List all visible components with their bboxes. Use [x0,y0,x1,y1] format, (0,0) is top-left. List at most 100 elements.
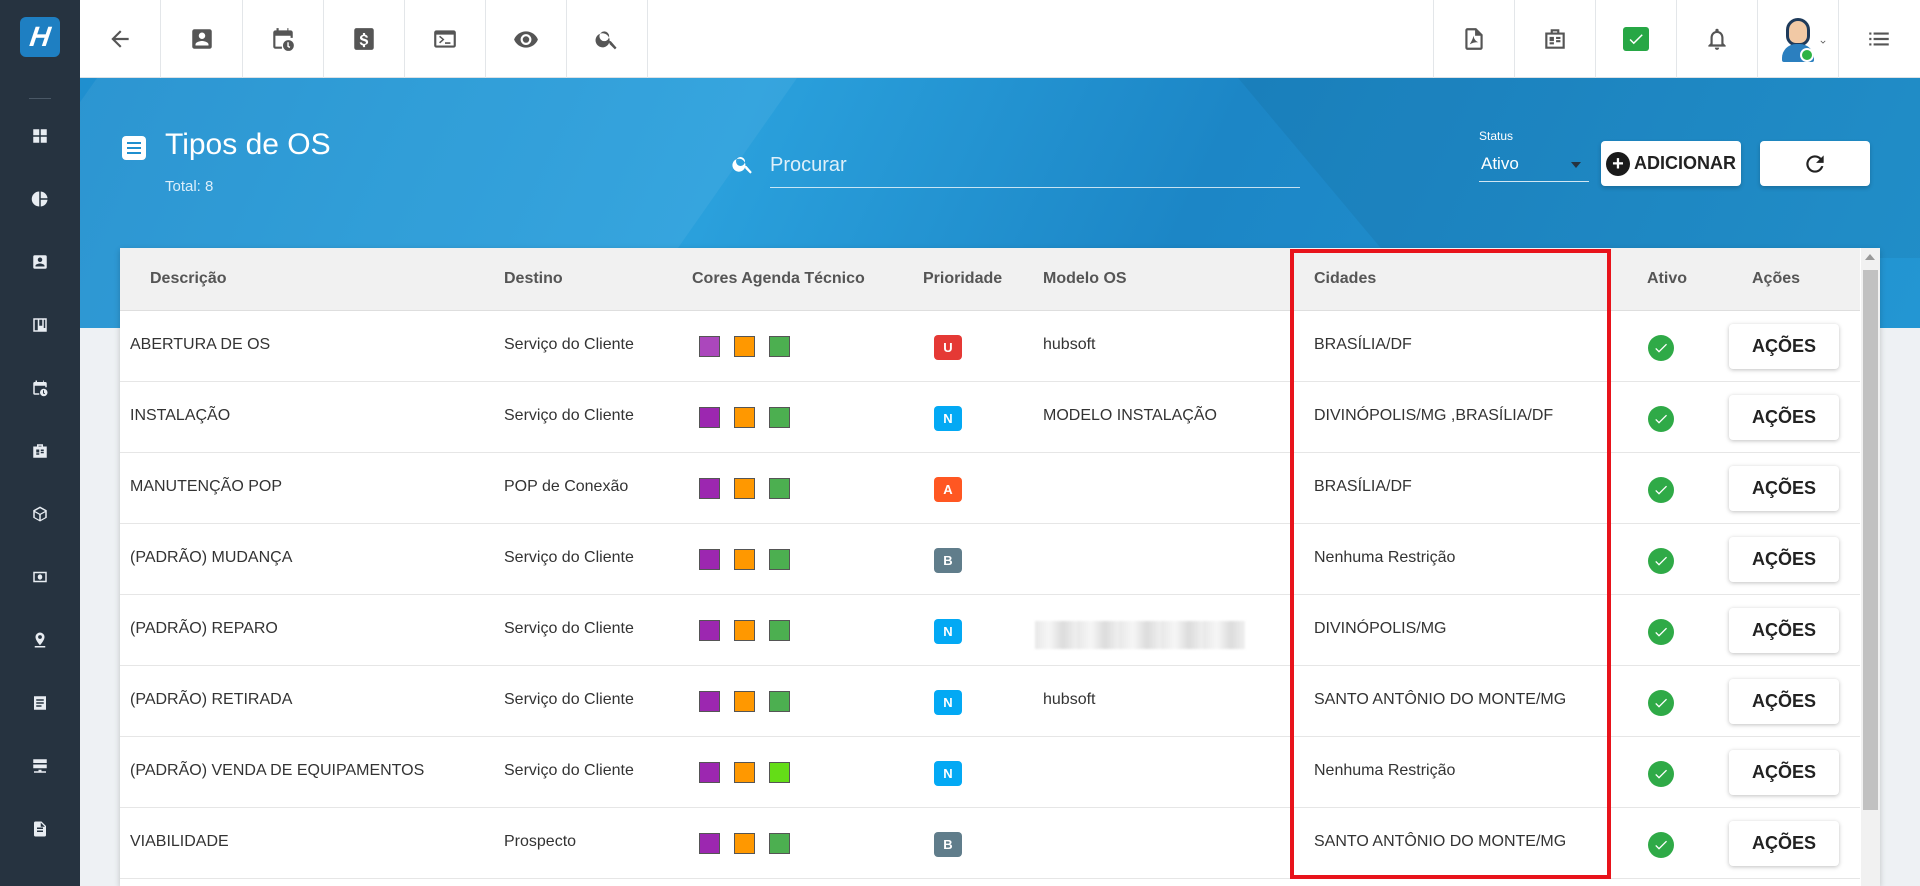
color-swatch [769,833,790,854]
cell-cidades: SANTO ANTÔNIO DO MONTE/MG [1314,691,1567,708]
table-row[interactable]: MANUTENÇÃO POP POP de Conexão A BRASÍLIA/DF… [120,453,1860,524]
page-title: Tipos de OS [165,128,331,161]
color-swatch [769,478,790,499]
active-check-icon [1648,406,1674,432]
col-ativo[interactable]: Ativo [1647,270,1687,288]
actions-button[interactable]: AÇÕES [1729,821,1839,866]
sidebar-item-cube[interactable] [0,492,80,536]
actions-button[interactable]: AÇÕES [1729,750,1839,795]
schedule-button[interactable] [243,0,324,78]
hubsoft-logo[interactable]: H [20,17,60,57]
cell-cidades: DIVINÓPOLIS/MG ,BRASÍLIA/DF [1314,407,1554,424]
search-icon [595,31,617,50]
col-descricao[interactable]: Descrição [150,270,227,288]
color-swatch [769,407,790,428]
calendar-clock-icon [33,380,48,397]
color-swatch [699,336,720,357]
col-cidades[interactable]: Cidades [1314,270,1376,288]
user-menu-button[interactable] [1757,0,1838,78]
status-select[interactable]: Ativo [1479,148,1589,182]
tasks-button[interactable] [1595,0,1676,78]
pdf-icon [1465,28,1483,50]
cell-descricao: (PADRÃO) MUDANÇA [130,549,293,566]
menu-icon [1869,32,1889,46]
contact-icon [192,29,212,49]
sidebar-item-map-pin[interactable] [0,618,80,662]
actions-button[interactable]: AÇÕES [1729,608,1839,653]
sidebar-item-money[interactable] [0,555,80,599]
search-button[interactable] [567,0,648,78]
table-row[interactable]: (PADRÃO) VENDA DE EQUIPAMENTOS Serviço do… [120,737,1860,808]
table-row[interactable]: VIABILIDADE Prospecto B SANTO ANTÔNIO DO MO… [120,808,1860,879]
table-row[interactable]: ABERTURA DE OS Serviço do Cliente Uhubsoft… [120,311,1860,382]
active-check-icon [1648,335,1674,361]
pie-chart-icon [31,191,48,207]
sidebar-item-calendar-clock[interactable] [0,366,80,410]
view-button[interactable] [486,0,567,78]
building-icon [33,444,47,458]
scrollbar-thumb[interactable] [1863,270,1878,810]
cell-destino: POP de Conexão [504,478,629,495]
color-swatch [769,691,790,712]
company-button[interactable] [1514,0,1595,78]
color-swatch [734,549,755,570]
active-check-icon [1648,761,1674,787]
sidebar-item-pie-chart[interactable] [0,177,80,221]
table-row[interactable]: INSTALAÇÃO Serviço do Cliente N MODELO INST… [120,382,1860,453]
color-swatch [734,336,755,357]
sidebar-item-building[interactable] [0,429,80,473]
sidebar-item-server[interactable] [0,744,80,788]
table-header: Descrição Destino Cores Agenda Técnico P… [120,248,1860,311]
dashboard-icon [33,129,47,143]
color-swatch [699,762,720,783]
refresh-button[interactable] [1760,141,1870,186]
sidebar-item-document[interactable] [0,807,80,851]
cell-modelo: hubsoft [1043,691,1096,708]
active-check-icon [1648,832,1674,858]
finance-button[interactable] [324,0,405,78]
notifications-button[interactable] [1676,0,1757,78]
contacts-button[interactable] [162,0,243,78]
add-button[interactable]: + ADICIONAR [1601,141,1741,186]
cell-descricao: (PADRÃO) RETIRADA [130,691,293,708]
sidebar-item-kanban[interactable] [0,303,80,347]
actions-button[interactable]: AÇÕES [1729,466,1839,511]
color-swatch [734,407,755,428]
pdf-button[interactable] [1433,0,1514,78]
sidebar-divider [29,98,51,99]
actions-button[interactable]: AÇÕES [1729,395,1839,440]
actions-button[interactable]: AÇÕES [1729,324,1839,369]
sidebar-item-dashboard[interactable] [0,114,80,158]
col-cores[interactable]: Cores Agenda Técnico [692,270,865,288]
cell-destino: Serviço do Cliente [504,620,634,637]
scroll-up-arrow-icon[interactable] [1865,254,1875,260]
cube-icon [33,506,47,522]
sidebar-item-list[interactable] [0,681,80,725]
actions-button[interactable]: AÇÕES [1729,679,1839,724]
table-row[interactable]: (PADRÃO) MUDANÇA Serviço do Cliente B Nenhu… [120,524,1860,595]
server-icon [33,759,47,773]
search-icon [732,157,752,174]
color-swatch [769,620,790,641]
main-menu-button[interactable] [1838,0,1919,78]
priority-badge: U [934,335,962,360]
table-row[interactable]: (PADRÃO) REPARO Serviço do Cliente N DIVINÓ… [120,595,1860,666]
color-swatches [699,833,790,854]
col-modelo[interactable]: Modelo OS [1043,270,1127,288]
logo-mark: H [27,21,53,52]
col-destino[interactable]: Destino [504,270,563,288]
active-check-icon [1648,477,1674,503]
terminal-button[interactable] [405,0,486,78]
terminal-icon [434,30,456,48]
col-prioridade[interactable]: Prioridade [923,270,1002,288]
priority-badge: N [934,406,962,431]
sidebar-item-contact-card[interactable] [0,240,80,284]
document-list-icon [122,136,146,160]
actions-button[interactable]: AÇÕES [1729,537,1839,582]
search-input[interactable] [770,144,1300,188]
back-button[interactable] [80,0,161,78]
table-row[interactable]: (PADRÃO) RETIRADA Serviço do Cliente Nhubs… [120,666,1860,737]
color-swatch [699,620,720,641]
cell-descricao: INSTALAÇÃO [130,407,231,424]
back-arrow-icon [111,30,129,48]
